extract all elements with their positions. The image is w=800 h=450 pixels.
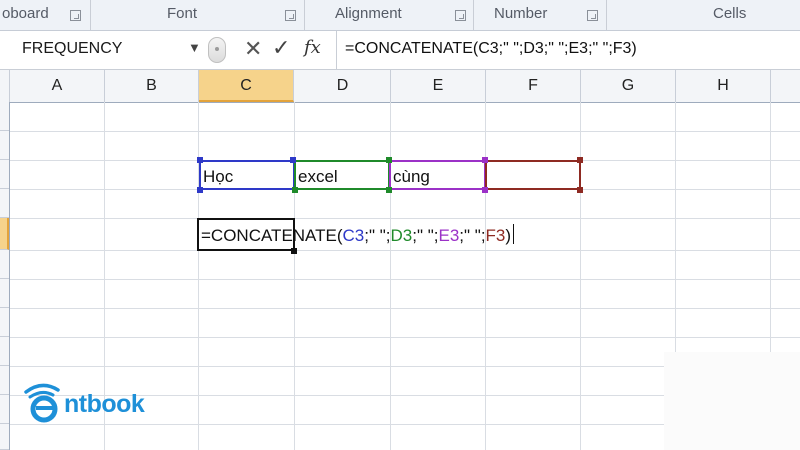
row-header-active[interactable] <box>0 218 9 250</box>
row-header[interactable] <box>0 366 9 395</box>
column-header-g[interactable]: G <box>581 70 676 102</box>
group-cells: Cells <box>607 0 800 30</box>
formula-separator: ;" "; <box>459 226 486 245</box>
range-handle[interactable] <box>197 187 203 193</box>
range-handle[interactable] <box>197 157 203 163</box>
dialog-launcher-icon[interactable] <box>285 10 296 21</box>
fill-handle[interactable] <box>291 248 297 254</box>
cancel-icon[interactable]: ✕ <box>244 36 262 62</box>
name-box[interactable]: FREQUENCY ▼ <box>14 37 204 61</box>
row-header[interactable] <box>0 189 9 218</box>
group-number: Number <box>474 0 607 30</box>
row-header[interactable] <box>0 102 9 131</box>
name-box-value: FREQUENCY <box>22 40 123 57</box>
row-header-column <box>0 102 10 450</box>
reference-border-d3 <box>294 160 390 190</box>
group-alignment: Alignment <box>305 0 474 30</box>
dialog-launcher-icon[interactable] <box>70 10 81 21</box>
row-header[interactable] <box>0 279 9 308</box>
row-header[interactable] <box>0 131 9 160</box>
column-header-a[interactable]: A <box>10 70 105 102</box>
dialog-launcher-icon[interactable] <box>587 10 598 21</box>
text-caret <box>513 224 515 244</box>
range-handle[interactable] <box>577 187 583 193</box>
formula-ref-d3: D3 <box>390 226 413 245</box>
range-handle[interactable] <box>290 157 296 163</box>
resize-grip-icon[interactable] <box>208 37 226 63</box>
formula-bar: FREQUENCY ▼ ✕ ✓ fx =CONCATENATE(C3;" ";D… <box>0 31 800 70</box>
row-header[interactable] <box>0 250 9 279</box>
brand-logo: ntbook <box>20 378 170 426</box>
formula-separator: ;" "; <box>412 226 439 245</box>
select-all-corner[interactable] <box>0 70 10 102</box>
overlay-patch <box>664 352 800 450</box>
enter-check-icon[interactable]: ✓ <box>272 35 290 61</box>
column-header-e[interactable]: E <box>391 70 486 102</box>
range-handle[interactable] <box>386 187 392 193</box>
logo-wordmark: ntbook <box>64 390 145 418</box>
ribbon-group-labels: oboard Font Alignment Number Cells <box>0 0 800 31</box>
group-number-label: Number <box>494 5 548 22</box>
reference-border-e3 <box>389 160 486 190</box>
column-header-d[interactable]: D <box>295 70 391 102</box>
formula-ref-e3: E3 <box>438 226 460 245</box>
chevron-down-icon[interactable]: ▼ <box>188 40 201 55</box>
insert-function-icon[interactable]: fx <box>304 37 321 58</box>
column-header-f[interactable]: F <box>486 70 581 102</box>
formula-separator: ;" "; <box>364 226 391 245</box>
group-clipboard: oboard <box>0 0 91 30</box>
range-handle[interactable] <box>386 157 392 163</box>
formula-ref-c3: C3 <box>342 226 365 245</box>
range-handle[interactable] <box>292 187 298 193</box>
dialog-launcher-icon[interactable] <box>455 10 466 21</box>
range-handle[interactable] <box>577 157 583 163</box>
column-header-row: A B C D E F G H <box>0 70 800 103</box>
range-handle[interactable] <box>482 157 488 163</box>
column-header-c[interactable]: C <box>199 70 294 102</box>
row-header[interactable] <box>0 395 9 424</box>
row-header[interactable] <box>0 337 9 366</box>
column-header-b[interactable]: B <box>105 70 199 102</box>
row-header[interactable] <box>0 160 9 189</box>
group-font-label: Font <box>167 5 198 22</box>
row-header[interactable] <box>0 308 9 337</box>
formula-prefix: =CONCATENATE( <box>201 226 343 245</box>
cell-edit-formula[interactable]: =CONCATENATE(C3;" ";D3;" ";E3;" ";F3) <box>201 224 515 246</box>
logo-mark-icon <box>24 383 60 423</box>
formula-ref-f3: F3 <box>485 226 506 245</box>
formula-text: =CONCATENATE(C3;" ";D3;" ";E3;" ";F3) <box>345 40 637 57</box>
group-alignment-label: Alignment <box>335 5 402 22</box>
group-clipboard-label: oboard <box>2 5 49 22</box>
formula-controls: ✕ ✓ fx <box>208 35 330 63</box>
formula-input[interactable]: =CONCATENATE(C3;" ";D3;" ";E3;" ";F3) <box>336 31 800 69</box>
formula-suffix: ) <box>505 226 512 245</box>
group-font: Font <box>91 0 305 30</box>
reference-border-c3 <box>199 160 295 190</box>
row-header[interactable] <box>0 424 9 450</box>
reference-border-f3 <box>485 160 581 190</box>
group-cells-label: Cells <box>713 5 747 22</box>
column-header-h[interactable]: H <box>676 70 771 102</box>
range-handle[interactable] <box>482 187 488 193</box>
